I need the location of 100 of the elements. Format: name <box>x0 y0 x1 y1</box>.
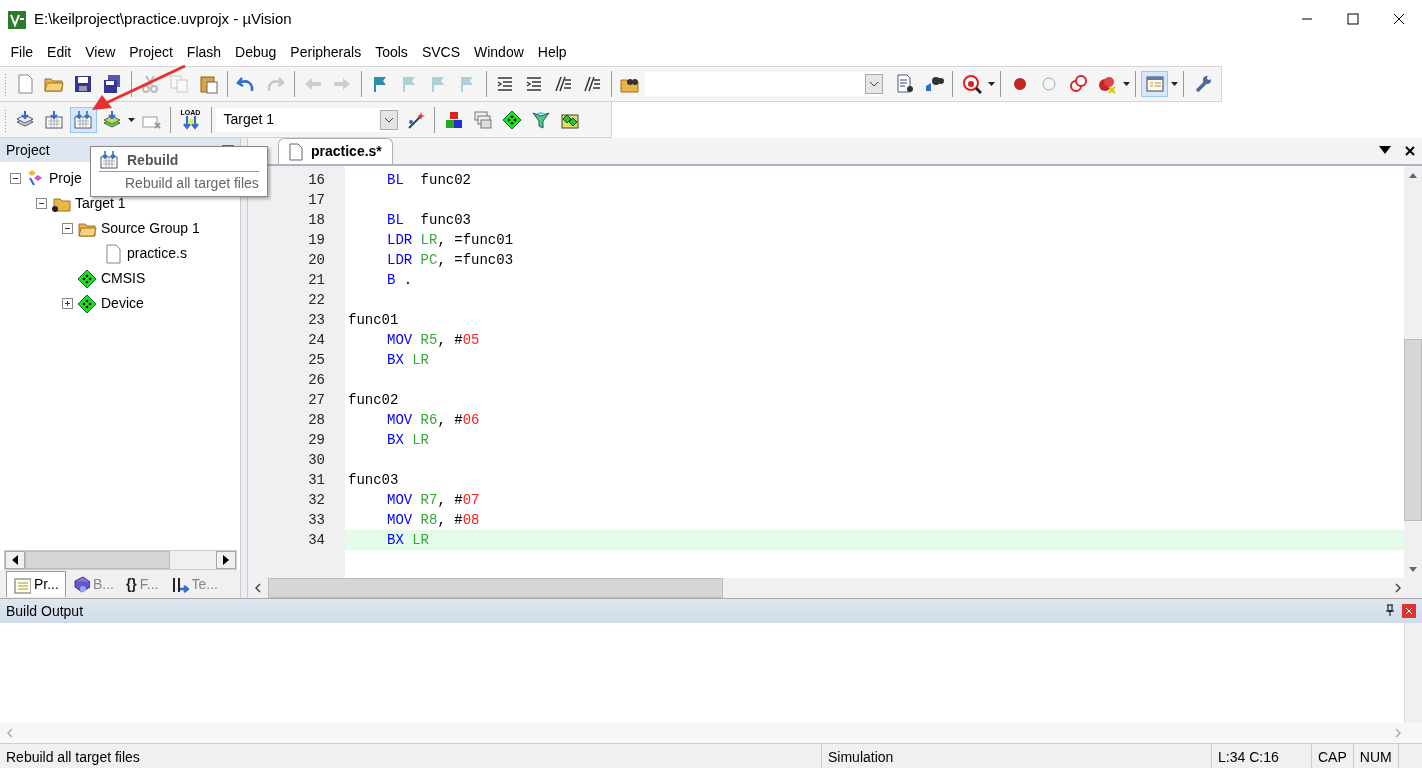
tree-item[interactable]: practice.s <box>127 243 187 264</box>
books-icon <box>71 575 90 593</box>
code-line: BL func03 <box>386 211 473 230</box>
toolbar-grip-icon <box>4 72 7 96</box>
rebuild-grid-icon <box>73 109 93 130</box>
left-chevron-icon <box>7 728 13 738</box>
tree-item[interactable]: Target 1 <box>75 193 126 214</box>
two-circles-icon <box>1067 74 1088 94</box>
document-icon <box>289 142 303 161</box>
code-line: func01 <box>347 311 400 330</box>
line-number: 20 <box>307 251 326 270</box>
chevron-icon <box>869 81 879 87</box>
template-arrow-icon <box>170 575 189 593</box>
menu-item[interactable]: Help <box>530 38 574 66</box>
menu-item[interactable]: Tools <box>368 38 415 66</box>
binoculars-icon <box>923 74 944 94</box>
line-number: 26 <box>307 371 326 390</box>
horizontal-scrollbar[interactable] <box>3 550 237 570</box>
status-text: NUM <box>1353 744 1399 768</box>
line-number: 31 <box>307 471 326 490</box>
panel-tab[interactable]: {} F... <box>119 571 165 597</box>
menu-item[interactable]: Flash <box>179 38 229 66</box>
menu-item[interactable]: SVCS <box>414 38 467 66</box>
editor-tab[interactable]: practice.s* <box>278 138 393 164</box>
breakpoint-cross-icon <box>1096 74 1117 94</box>
clipboard-icon <box>198 74 218 94</box>
left-arrow-icon <box>11 555 18 565</box>
collapse-icon[interactable] <box>10 173 21 184</box>
indent-icon <box>524 74 544 94</box>
right-chevron-icon <box>1395 583 1401 593</box>
close-icon <box>1392 12 1406 26</box>
dropdown-button[interactable] <box>865 74 883 94</box>
menu-item[interactable]: View <box>78 38 123 66</box>
maximize-icon <box>1346 12 1360 26</box>
line-number: 32 <box>307 491 326 510</box>
stacked-windows-icon <box>472 109 493 130</box>
target-select[interactable]: Target 1 <box>215 107 398 132</box>
search-field[interactable] <box>644 72 883 96</box>
tooltip-description: Rebuild all target files <box>124 174 259 193</box>
funnel-icon <box>530 109 551 130</box>
code-line: BX LR <box>386 351 431 370</box>
line-number: 23 <box>307 311 326 330</box>
floppy-disks-icon <box>102 74 122 94</box>
collapse-icon[interactable] <box>62 223 73 234</box>
status-text: L:34 C:16 <box>1212 744 1312 768</box>
panel-tab[interactable]: Pr... <box>6 571 66 597</box>
window-title: E:\keilproject\practice.uvprojx - µVision <box>34 8 293 29</box>
code-line: MOV R8, #08 <box>386 511 481 530</box>
code-line: LDR PC, =func03 <box>386 251 515 270</box>
debug-magnifier-icon <box>961 74 982 94</box>
left-chevron-icon <box>255 583 261 593</box>
code-line: MOV R5, #05 <box>386 331 481 350</box>
code-line: MOV R7, #07 <box>386 491 481 510</box>
build-grid-icon <box>44 109 64 130</box>
document-icon <box>103 243 123 264</box>
code-line: func03 <box>347 471 400 490</box>
status-text: Simulation <box>822 744 1212 768</box>
comment-lines-icon <box>582 74 602 94</box>
menu-item[interactable]: Project <box>122 38 180 66</box>
project-icon <box>13 575 31 594</box>
menu-item[interactable]: Peripherals <box>283 38 369 66</box>
comment-lines-icon <box>553 74 573 94</box>
code-line: BX LR <box>386 431 431 450</box>
tree-item[interactable]: Source Group 1 <box>101 218 200 239</box>
menu-item[interactable]: Debug <box>228 38 284 66</box>
vertical-scrollbar[interactable] <box>1404 166 1422 578</box>
line-number: 22 <box>307 291 326 310</box>
chevron-icon <box>383 116 394 123</box>
dropdown-arrow-icon <box>1379 146 1391 154</box>
right-chevron-icon <box>1395 728 1401 738</box>
horizontal-scrollbar[interactable] <box>0 723 1422 743</box>
tree-item[interactable]: Device <box>101 293 144 314</box>
expand-icon[interactable] <box>62 298 73 309</box>
horizontal-scrollbar[interactable] <box>248 578 1422 598</box>
tree-item[interactable]: CMSIS <box>101 268 146 289</box>
code-line: MOV R6, #06 <box>386 411 481 430</box>
layers-download-icon <box>102 109 122 130</box>
diamond-icon <box>501 109 522 130</box>
panel-title: Build Output <box>6 601 84 621</box>
download-arrows-icon <box>181 116 200 130</box>
menu-item[interactable]: Edit <box>40 38 79 66</box>
menu-item[interactable]: Window <box>467 38 531 66</box>
pin-icon <box>1385 604 1395 616</box>
diamond-icon <box>77 293 97 314</box>
panel-title: Project <box>6 141 50 160</box>
line-number: 25 <box>307 351 326 370</box>
menu-item[interactable]: File <box>3 38 41 66</box>
line-number: 21 <box>307 271 326 290</box>
line-number: 17 <box>307 191 326 210</box>
code-line: BL func02 <box>386 171 473 190</box>
vertical-scrollbar[interactable] <box>1404 623 1422 723</box>
line-number: 33 <box>307 511 326 530</box>
line-number: 30 <box>307 451 326 470</box>
right-arrow-icon <box>222 555 229 565</box>
status-text: CAP <box>1312 744 1354 768</box>
indent-icon <box>495 74 515 94</box>
line-number: 24 <box>307 331 326 350</box>
tree-item[interactable]: Proje <box>49 168 82 189</box>
line-number: 29 <box>307 431 326 450</box>
collapse-icon[interactable] <box>36 198 47 209</box>
